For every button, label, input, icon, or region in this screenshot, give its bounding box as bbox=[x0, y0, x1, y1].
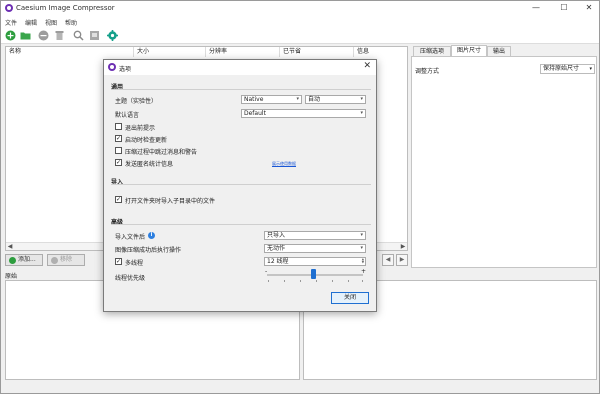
column-name[interactable]: 名称 bbox=[6, 47, 134, 57]
add-icon[interactable] bbox=[5, 30, 16, 41]
maximize-button[interactable]: ☐ bbox=[554, 2, 574, 14]
import-files-value: 只导入 bbox=[267, 232, 286, 239]
menu-help[interactable]: 帮助 bbox=[65, 18, 77, 27]
language-select[interactable]: Default ▾ bbox=[241, 109, 366, 118]
post-compress-select[interactable]: 无动作 ▾ bbox=[264, 244, 366, 253]
divider bbox=[111, 184, 371, 185]
scroll-right-icon[interactable]: ▶ bbox=[399, 243, 407, 251]
resize-mode-value: 保持原始尺寸 bbox=[543, 65, 580, 72]
column-saved[interactable]: 已节省 bbox=[280, 47, 354, 57]
exit-prompt-label: 退出前提示 bbox=[125, 125, 156, 132]
language-value: Default bbox=[244, 110, 266, 117]
import-files-select[interactable]: 只导入 ▾ bbox=[264, 231, 366, 240]
column-size[interactable]: 大小 bbox=[134, 47, 206, 57]
menu-bar: 文件 编辑 视图 帮助 bbox=[1, 16, 599, 27]
multithread-label: 多线程 bbox=[125, 260, 144, 267]
prev-button[interactable]: ◀ bbox=[382, 254, 394, 266]
compress-icon[interactable] bbox=[89, 30, 100, 41]
post-compress-value: 无动作 bbox=[267, 245, 286, 252]
theme-value: Native bbox=[244, 96, 264, 103]
subfolders-label: 打开文件夹时导入子目录中的文件 bbox=[125, 198, 216, 205]
options-panel: 压缩选项 图片尺寸 输出 调整方式 保持原始尺寸 ▾ bbox=[411, 45, 597, 268]
toolbar bbox=[1, 27, 599, 44]
resize-mode-select[interactable]: 保持原始尺寸 ▾ bbox=[540, 64, 595, 74]
thread-count-value: 12 线程 bbox=[267, 258, 289, 265]
import-files-label: 导入文件后 bbox=[115, 234, 146, 241]
minimize-button[interactable]: — bbox=[526, 2, 546, 14]
clear-icon[interactable] bbox=[54, 30, 65, 41]
options-dialog: 选项 ✕ 通用 主题（实验性） Native ▾ 自动 ▾ 默认语言 Defau… bbox=[103, 59, 377, 312]
resize-tab-content: 调整方式 保持原始尺寸 ▾ bbox=[411, 56, 597, 268]
next-button[interactable]: ▶ bbox=[396, 254, 408, 266]
title-bar: Caesium Image Compressor — ☐ ✕ bbox=[1, 1, 599, 16]
dialog-title-bar: 选项 ✕ bbox=[104, 60, 376, 75]
exit-prompt-checkbox[interactable] bbox=[115, 123, 122, 130]
remove-icon[interactable] bbox=[38, 30, 49, 41]
app-logo-icon bbox=[108, 63, 116, 71]
language-label: 默认语言 bbox=[115, 112, 140, 119]
divider bbox=[111, 89, 371, 90]
auto-update-checkbox[interactable]: ✓ bbox=[115, 135, 122, 142]
settings-icon[interactable] bbox=[107, 30, 118, 41]
add-button-label: 添加... bbox=[18, 256, 36, 263]
dialog-close-icon[interactable]: ✕ bbox=[363, 61, 371, 71]
chevron-down-icon: ▾ bbox=[360, 96, 363, 102]
priority-label: 线程优先级 bbox=[115, 275, 146, 282]
column-info[interactable]: 信息 bbox=[354, 47, 407, 57]
skip-messages-label: 压缩过程中跳过消息和警告 bbox=[125, 149, 198, 156]
original-preview-label: 原始 bbox=[5, 273, 18, 280]
theme-select[interactable]: Native ▾ bbox=[241, 95, 302, 104]
chevron-down-icon: ▾ bbox=[360, 232, 363, 238]
send-stats-checkbox[interactable]: ✓ bbox=[115, 159, 122, 166]
theme-mode-select[interactable]: 自动 ▾ bbox=[305, 95, 366, 104]
dialog-close-button[interactable]: 关闭 bbox=[331, 292, 369, 304]
auto-update-label: 启动时检查更新 bbox=[125, 137, 168, 144]
slider-tick bbox=[284, 280, 285, 282]
slider-tick bbox=[316, 280, 317, 282]
slider-tick bbox=[332, 280, 333, 282]
remove-button[interactable]: 移除 bbox=[47, 254, 85, 266]
slider-tick bbox=[362, 280, 363, 282]
priority-slider-thumb[interactable] bbox=[311, 269, 316, 279]
folder-icon[interactable] bbox=[20, 30, 31, 41]
chevron-down-icon: ▾ bbox=[589, 66, 592, 72]
add-icon bbox=[9, 257, 16, 264]
menu-file[interactable]: 文件 bbox=[5, 18, 17, 27]
chevron-down-icon: ▾ bbox=[360, 110, 363, 116]
slider-tick bbox=[268, 280, 269, 282]
thread-count-spinbox[interactable]: 12 线程 ▲ ▼ bbox=[264, 257, 366, 266]
dialog-title: 选项 bbox=[119, 66, 132, 73]
divider bbox=[111, 224, 371, 225]
menu-edit[interactable]: 编辑 bbox=[25, 18, 37, 27]
search-icon[interactable] bbox=[73, 30, 84, 41]
slider-tick bbox=[348, 280, 349, 282]
chevron-down-icon: ▾ bbox=[360, 245, 363, 251]
scroll-left-icon[interactable]: ◀ bbox=[6, 243, 14, 251]
theme-mode-value: 自动 bbox=[308, 96, 321, 103]
menu-view[interactable]: 视图 bbox=[45, 18, 57, 27]
multithread-checkbox[interactable]: ✓ bbox=[115, 258, 122, 265]
post-compress-label: 图像压缩成功后执行操作 bbox=[115, 247, 182, 254]
subfolders-checkbox[interactable]: ✓ bbox=[115, 196, 122, 203]
window-title: Caesium Image Compressor bbox=[16, 4, 115, 12]
theme-label: 主题（实验性） bbox=[115, 98, 158, 105]
privacy-link[interactable]: 展示使用数据 bbox=[272, 161, 296, 167]
resize-mode-label: 调整方式 bbox=[415, 68, 440, 75]
info-icon[interactable]: i bbox=[148, 232, 155, 239]
skip-messages-checkbox[interactable] bbox=[115, 147, 122, 154]
app-logo-icon bbox=[5, 4, 13, 12]
remove-button-label: 移除 bbox=[60, 256, 73, 263]
close-window-button[interactable]: ✕ bbox=[579, 2, 599, 14]
chevron-down-icon: ▾ bbox=[296, 96, 299, 102]
column-resolution[interactable]: 分辨率 bbox=[206, 47, 280, 57]
spin-arrows-icon[interactable]: ▲ ▼ bbox=[362, 258, 364, 264]
add-button[interactable]: 添加... bbox=[5, 254, 43, 266]
slider-tick bbox=[300, 280, 301, 282]
remove-icon bbox=[51, 257, 58, 264]
send-stats-label: 发送匿名统计信息 bbox=[125, 161, 174, 168]
